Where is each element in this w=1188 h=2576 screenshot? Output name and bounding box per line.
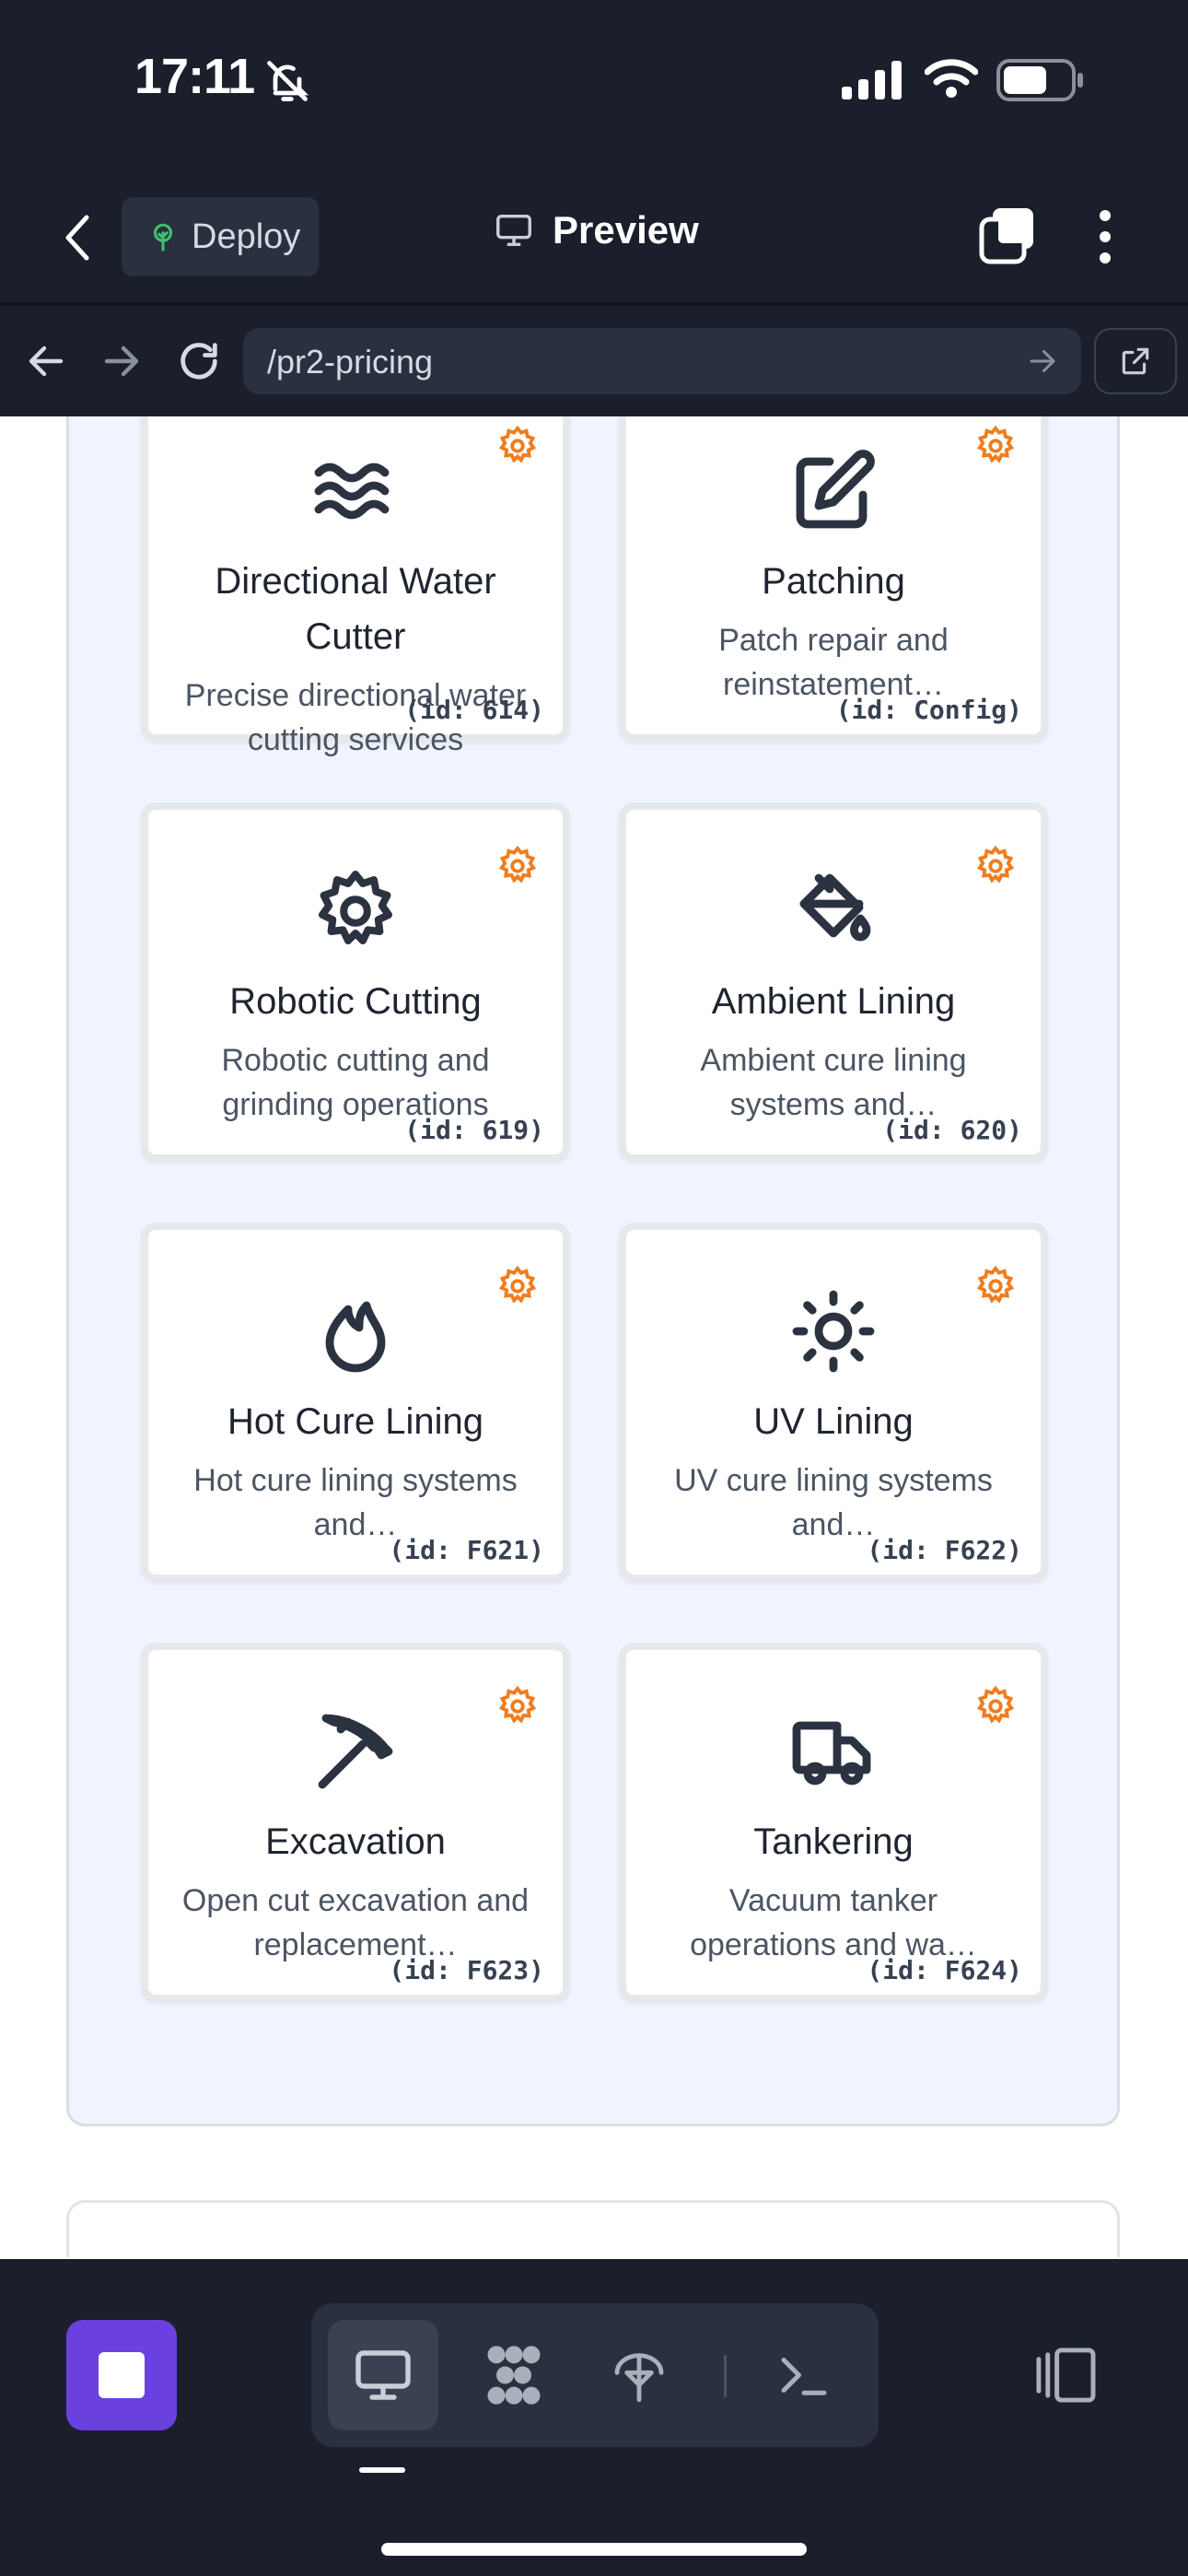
- service-id: (id: F622): [867, 1535, 1022, 1565]
- settings-gear-icon[interactable]: [974, 425, 1017, 467]
- service-title: Robotic Cutting: [229, 981, 482, 1022]
- bottom-toolbar: [0, 2259, 1188, 2576]
- toolbar-divider: [724, 2355, 727, 2397]
- edit-icon: [796, 450, 875, 529]
- settings-gear-icon[interactable]: [496, 1685, 539, 1727]
- more-vertical-icon[interactable]: [1089, 206, 1122, 267]
- service-description: Ambient cure lining systems and…: [700, 1043, 967, 1122]
- status-bar: 17:11: [0, 0, 1188, 175]
- service-id: (id: F624): [867, 1955, 1022, 1985]
- paint-bucket-icon: [799, 873, 871, 942]
- service-card[interactable]: Patching Patch repair and reinstatement……: [619, 416, 1048, 742]
- deploy-button[interactable]: Deploy: [122, 197, 319, 276]
- service-card[interactable]: Excavation Open cut excavation and repla…: [141, 1643, 570, 2002]
- go-arrow-icon[interactable]: [1026, 345, 1059, 378]
- sun-icon: [792, 1290, 875, 1373]
- deploy-tree-icon: [153, 223, 173, 252]
- service-card[interactable]: Ambient Lining Ambient cure lining syste…: [619, 802, 1048, 1162]
- service-title: Directional Water Cutter: [215, 561, 496, 657]
- preview-title: Preview: [492, 208, 699, 252]
- settings-gear-icon[interactable]: [496, 845, 539, 887]
- service-description: Robotic cutting and grinding operations: [221, 1043, 490, 1122]
- tabs-icon[interactable]: [978, 206, 1037, 267]
- active-tab-indicator: [359, 2467, 405, 2473]
- service-id: (id: 620): [882, 1115, 1022, 1145]
- service-title: Hot Cure Lining: [227, 1401, 483, 1442]
- service-id: (id: Config): [835, 695, 1022, 725]
- service-id: (id: 619): [404, 1115, 544, 1145]
- service-title: Excavation: [265, 1821, 446, 1862]
- service-id: (id: F623): [389, 1955, 544, 1985]
- desktop-view-button[interactable]: [328, 2320, 438, 2430]
- waves-icon: [314, 463, 390, 520]
- terminal-button[interactable]: [753, 2320, 855, 2430]
- url-bar: /pr2-pricing: [0, 306, 1188, 416]
- back-chevron-icon[interactable]: [55, 210, 101, 265]
- url-field[interactable]: /pr2-pricing: [243, 328, 1081, 394]
- settings-gear-icon[interactable]: [974, 845, 1017, 887]
- service-description: Patch repair and reinstatement…: [718, 623, 949, 702]
- settings-gear-icon[interactable]: [974, 1685, 1017, 1727]
- panel-toggle-icon[interactable]: [1030, 2346, 1098, 2405]
- wifi-icon: [925, 59, 978, 98]
- deploy-view-button[interactable]: [593, 2320, 685, 2430]
- service-title: Ambient Lining: [711, 981, 956, 1022]
- terminal-icon: [781, 2358, 827, 2395]
- signal-icon: [842, 61, 902, 100]
- services-panel: Directional Water Cutter Precise directi…: [66, 416, 1120, 2126]
- monitor-icon: [355, 2350, 411, 2400]
- service-card[interactable]: Robotic Cutting Robotic cutting and grin…: [141, 802, 570, 1162]
- service-title: Patching: [762, 561, 905, 602]
- reload-icon[interactable]: [175, 337, 223, 385]
- flame-icon: [325, 1301, 386, 1373]
- view-mode-group: [311, 2303, 879, 2447]
- battery-icon: [996, 59, 1083, 101]
- url-text: /pr2-pricing: [267, 343, 434, 381]
- service-title: Tankering: [753, 1821, 914, 1862]
- preview-label: Preview: [553, 208, 699, 252]
- settings-gear-icon[interactable]: [496, 1265, 539, 1307]
- bell-muted-icon: [267, 61, 309, 101]
- service-card[interactable]: UV Lining UV cure lining systems and… (i…: [619, 1223, 1048, 1582]
- arrow-left-icon[interactable]: [24, 339, 68, 383]
- preview-content[interactable]: Directional Water Cutter Precise directi…: [0, 416, 1188, 2257]
- service-title: UV Lining: [753, 1401, 914, 1442]
- service-card[interactable]: Directional Water Cutter Precise directi…: [141, 416, 570, 757]
- deploy-tree-icon: [614, 2353, 664, 2403]
- external-link-icon: [1122, 347, 1149, 375]
- open-external-button[interactable]: [1094, 328, 1177, 394]
- service-description: Hot cure lining systems and…: [193, 1463, 518, 1542]
- settings-gear-icon[interactable]: [974, 1265, 1017, 1307]
- pickaxe-icon: [318, 1714, 393, 1789]
- service-description: UV cure lining systems and…: [674, 1463, 993, 1542]
- service-description: Open cut excavation and replacement…: [181, 1883, 530, 1962]
- settings-gear-icon[interactable]: [496, 425, 539, 467]
- arrow-right-icon[interactable]: [99, 339, 144, 383]
- stop-icon: [99, 2352, 145, 2398]
- home-indicator: [381, 2543, 807, 2556]
- service-card[interactable]: Tankering Vacuum tanker operations and w…: [619, 1643, 1048, 2002]
- status-time: 17:11: [134, 49, 255, 104]
- service-card[interactable]: Hot Cure Lining Hot cure lining systems …: [141, 1223, 570, 1582]
- next-section-panel: [66, 2200, 1120, 2257]
- service-id: (id: F621): [389, 1535, 544, 1565]
- workspace-button[interactable]: [459, 2320, 569, 2430]
- service-id: (id: 614): [404, 695, 544, 725]
- service-description: Vacuum tanker operations and wa…: [690, 1883, 977, 1962]
- grid-dots-icon: [487, 2346, 541, 2405]
- gear-icon: [319, 871, 392, 944]
- deploy-label: Deploy: [192, 217, 301, 256]
- truck-icon: [792, 1721, 871, 1786]
- app-header: Deploy Preview: [0, 175, 1188, 306]
- monitor-icon: [496, 214, 531, 247]
- stop-button[interactable]: [66, 2320, 177, 2430]
